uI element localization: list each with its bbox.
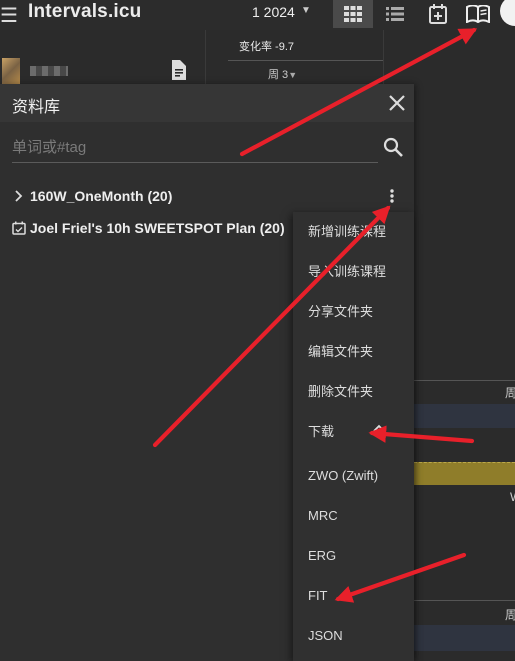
menu-item-download[interactable]: 下载 — [308, 422, 334, 442]
grid-view-button[interactable] — [333, 0, 373, 28]
add-calendar-button[interactable] — [424, 0, 452, 28]
menu-item-erg[interactable]: ERG — [308, 546, 336, 566]
week-label: 周 3 — [268, 69, 289, 81]
workout-bar[interactable] — [414, 462, 515, 485]
blurred-avatar — [2, 58, 20, 84]
date-selector[interactable]: 1 2024 — [252, 4, 295, 20]
search-input[interactable] — [12, 136, 376, 158]
calendar-divider — [414, 380, 515, 381]
week-label: 周 — [505, 386, 515, 400]
grid-icon — [344, 6, 362, 22]
menu-item-mrc[interactable]: MRC — [308, 506, 338, 526]
week-selector[interactable]: 周 3▼ — [268, 66, 297, 82]
document-icon[interactable] — [170, 60, 186, 80]
book-open-icon — [466, 5, 490, 23]
menu-item-json[interactable]: JSON — [308, 626, 343, 646]
menu-item-import-workout[interactable]: 导入训练课程 — [308, 262, 386, 282]
chevron-up-icon[interactable] — [372, 422, 386, 436]
library-title: 资料库 — [12, 99, 61, 116]
folder-item[interactable]: 160W_OneMonth (20) — [12, 186, 392, 206]
menu-item-share-folder[interactable]: 分享文件夹 — [308, 302, 373, 322]
week-label: W — [510, 490, 515, 504]
plan-item[interactable]: Joel Friel's 10h SWEETSPOT Plan (20) — [12, 218, 302, 238]
calendar-cell — [414, 625, 515, 651]
menu-item-fit[interactable]: FIT — [308, 586, 328, 606]
change-rate-text: 变化率 -9.7 — [239, 41, 295, 53]
folder-label: 160W_OneMonth (20) — [30, 188, 173, 204]
chevron-down-icon: ▼ — [288, 70, 298, 80]
search-icon[interactable] — [382, 136, 404, 158]
calendar-plus-icon — [429, 4, 447, 24]
more-options-button[interactable] — [382, 184, 402, 208]
search-underline — [12, 162, 378, 163]
menu-item-delete-folder[interactable]: 删除文件夹 — [308, 382, 373, 402]
app-title[interactable]: Intervals.icu — [28, 1, 141, 23]
avatar[interactable] — [500, 0, 515, 26]
menu-item-edit-folder[interactable]: 编辑文件夹 — [308, 342, 373, 362]
calendar-cell — [414, 404, 515, 428]
chevron-right-icon[interactable] — [12, 189, 26, 203]
kebab-icon — [390, 189, 394, 203]
folder-context-menu: 新增训练课程 导入训练课程 分享文件夹 编辑文件夹 删除文件夹 下载 ZWO (… — [293, 212, 414, 661]
list-view-button[interactable] — [375, 0, 415, 28]
library-header: 资料库 — [0, 84, 414, 122]
calendar-check-icon — [12, 221, 26, 235]
date-dropdown-icon[interactable]: ▼ — [301, 5, 311, 16]
library-button[interactable] — [463, 0, 493, 28]
calendar-divider — [383, 30, 384, 90]
plan-label: Joel Friel's 10h SWEETSPOT Plan (20) — [30, 220, 285, 236]
top-bar: ☰ Intervals.icu 1 2024 ▼ — [0, 0, 515, 30]
menu-item-new-workout[interactable]: 新增训练课程 — [308, 222, 386, 242]
week-label: 周 — [505, 608, 515, 622]
menu-item-zwo[interactable]: ZWO (Zwift) — [308, 466, 378, 486]
list-icon — [386, 7, 404, 21]
close-icon[interactable] — [386, 92, 408, 114]
calendar-divider — [228, 60, 383, 61]
calendar-divider — [414, 600, 515, 601]
hamburger-icon[interactable]: ☰ — [0, 3, 18, 28]
blurred-name — [30, 66, 68, 76]
